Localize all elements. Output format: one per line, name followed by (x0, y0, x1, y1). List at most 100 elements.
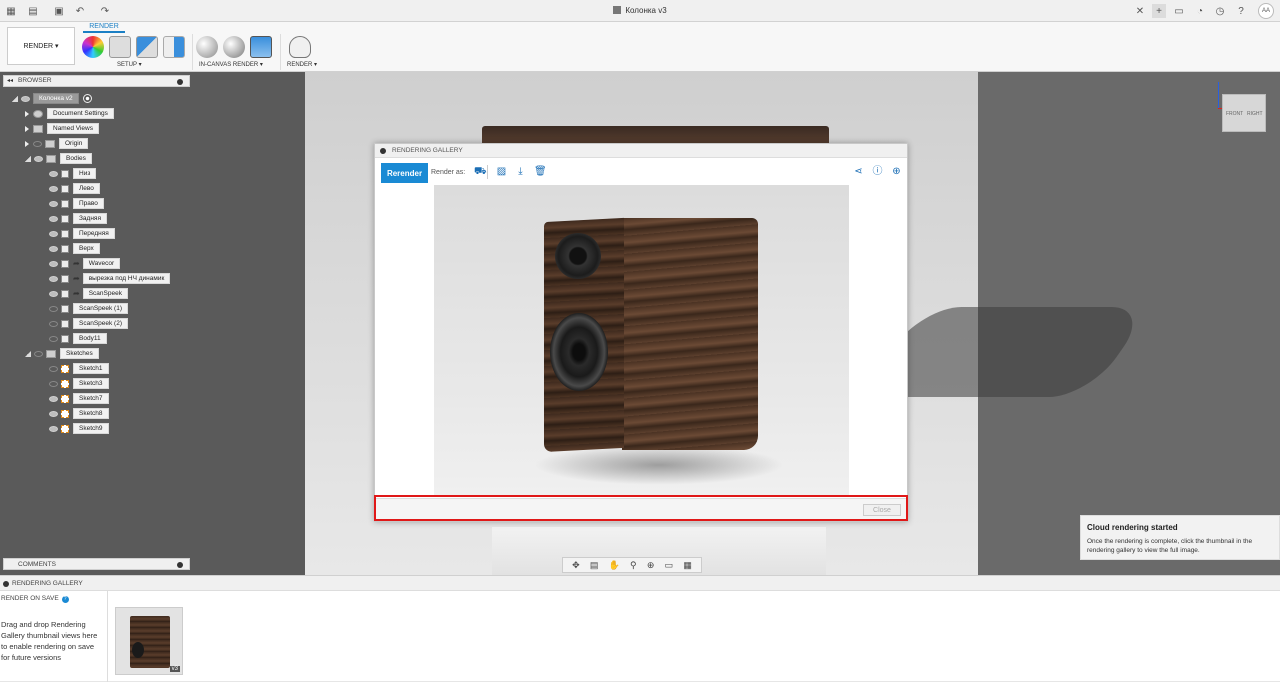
tree-node-sketch[interactable]: Sketch8 (49, 408, 109, 419)
tree-node-body-linked[interactable]: ➦ вырезка под НЧ динамик (49, 273, 171, 284)
jobs-icon[interactable]: ◔ (1194, 5, 1206, 17)
new-tab-icon[interactable]: + (1152, 4, 1166, 18)
rerender-button[interactable]: Rerender (381, 163, 428, 183)
tree-node-label[interactable]: Wavecor (82, 258, 121, 269)
dialog-header[interactable]: RENDERING GALLERY (375, 144, 907, 158)
notifications-icon[interactable]: ▭ (1173, 5, 1185, 17)
user-avatar[interactable]: AA (1258, 3, 1274, 19)
visibility-icon[interactable] (34, 350, 43, 357)
comments-panel-header[interactable]: COMMENTS (3, 558, 190, 570)
tree-node-sketch[interactable]: Sketch1 (49, 363, 109, 374)
tree-node-body[interactable]: ScanSpeek (2) (49, 318, 128, 329)
notification-toast[interactable]: Cloud rendering started Once the renderi… (1080, 515, 1280, 560)
tree-node-label[interactable]: Body11 (73, 333, 107, 344)
visibility-icon[interactable] (49, 260, 58, 267)
tree-node-label[interactable]: ScanSpeek (2) (73, 318, 128, 329)
tree-node-label[interactable]: Sketch1 (73, 363, 109, 374)
close-button[interactable]: Close (863, 504, 901, 516)
pan-icon[interactable]: ✋ (609, 560, 620, 571)
display-settings-icon[interactable]: ▭ (665, 560, 674, 571)
expand-icon[interactable] (25, 110, 29, 117)
tree-node-body[interactable]: Лево (49, 183, 100, 194)
tree-node-label[interactable]: Sketches (60, 348, 99, 359)
delete-icon[interactable]: 🗑 (534, 166, 547, 177)
download-icon[interactable]: ⤓ (515, 166, 526, 177)
view-cube-right[interactable]: RIGHT (1247, 111, 1263, 117)
tree-node-body[interactable]: Право (49, 198, 104, 209)
tree-node-body[interactable]: ScanSpeek (1) (49, 303, 128, 314)
tree-node-bodies[interactable]: Bodies (25, 153, 92, 164)
scene-settings-icon[interactable] (109, 36, 131, 58)
capture-image-icon[interactable] (250, 36, 272, 58)
tree-node-body[interactable]: Передняя (49, 228, 115, 239)
visibility-icon[interactable] (49, 290, 58, 297)
minimize-icon[interactable] (380, 148, 386, 154)
tree-node-body-linked[interactable]: ➦ Wavecor (49, 258, 121, 269)
pin-icon[interactable] (177, 79, 183, 85)
visibility-icon[interactable] (49, 185, 58, 192)
workspace-selector[interactable]: RENDER ▾ (7, 27, 75, 65)
render-preview-image[interactable] (434, 185, 849, 496)
browser-panel-header[interactable]: ◂◂ BROWSER (3, 75, 190, 87)
zoom-icon[interactable]: ⚲ (630, 560, 637, 571)
info-icon[interactable]: ⓘ (872, 166, 883, 177)
visibility-icon[interactable] (49, 320, 58, 327)
visibility-icon[interactable] (49, 275, 58, 282)
tree-node-body[interactable]: Задняя (49, 213, 107, 224)
activate-icon[interactable] (82, 94, 92, 103)
help-icon[interactable]: ? (61, 596, 69, 603)
expand-icon[interactable] (25, 155, 31, 162)
tree-node-label[interactable]: Sketch3 (73, 378, 109, 389)
tree-node-label[interactable]: Низ (73, 168, 97, 179)
add-comment-icon[interactable] (177, 562, 183, 568)
fit-icon[interactable]: ⊕ (647, 560, 655, 571)
gallery-thumbnail[interactable]: v3 (115, 607, 183, 675)
appearance-icon[interactable] (82, 36, 104, 58)
visibility-icon[interactable] (33, 140, 42, 147)
visibility-icon[interactable] (49, 395, 58, 402)
tree-node-label[interactable]: Document Settings (47, 108, 114, 119)
visibility-icon[interactable] (49, 215, 58, 222)
setup-group-label[interactable]: SETUP ▾ (117, 61, 142, 68)
tree-node-label[interactable]: Origin (59, 138, 89, 149)
tree-node-label[interactable]: Верх (73, 243, 100, 254)
collapse-icon[interactable]: ◂◂ (7, 77, 13, 84)
tree-node-named-views[interactable]: Named Views (25, 123, 99, 134)
visibility-icon[interactable] (49, 365, 58, 372)
teapot-render-icon[interactable] (289, 36, 311, 58)
tree-node-sketch[interactable]: Sketch3 (49, 378, 109, 389)
clock-icon[interactable]: ◷ (1214, 5, 1226, 17)
tab-render[interactable]: RENDER (83, 23, 125, 33)
visibility-icon[interactable] (49, 170, 58, 177)
tree-node-label[interactable]: ScanSpeek (1) (73, 303, 128, 314)
visibility-icon[interactable] (49, 380, 58, 387)
orbit-icon[interactable]: ✥ (572, 560, 580, 571)
texture-map-icon[interactable] (163, 36, 185, 58)
tree-node-label[interactable]: Named Views (47, 123, 99, 134)
view-cube[interactable]: FRONT RIGHT (1222, 94, 1266, 132)
expand-icon[interactable] (25, 125, 29, 132)
decal-icon[interactable] (136, 36, 158, 58)
grid-settings-icon[interactable]: ▦ (683, 560, 692, 571)
tree-node-sketch[interactable]: Sketch7 (49, 393, 109, 404)
tree-node-sketches[interactable]: Sketches (25, 348, 99, 359)
expand-icon[interactable] (25, 140, 29, 147)
tree-node-sketch[interactable]: Sketch9 (49, 423, 109, 434)
share-icon[interactable]: ⋖ (853, 166, 864, 177)
in-canvas-settings-icon[interactable] (223, 36, 245, 58)
tree-node-label[interactable]: Передняя (73, 228, 115, 239)
render-group-label[interactable]: RENDER ▾ (287, 61, 317, 68)
visibility-icon[interactable] (49, 425, 58, 432)
cloud-render-icon[interactable]: ⛟ (474, 166, 487, 177)
tree-node-label[interactable]: Задняя (73, 213, 107, 224)
visibility-icon[interactable] (49, 200, 58, 207)
visibility-icon[interactable] (49, 305, 58, 312)
tree-node-label[interactable]: Sketch7 (73, 393, 109, 404)
expand-icon[interactable] (25, 350, 31, 357)
visibility-icon[interactable] (49, 245, 58, 252)
view-cube-front[interactable]: FRONT (1226, 111, 1243, 117)
tree-node-label[interactable]: Sketch9 (73, 423, 109, 434)
zoom-in-icon[interactable]: ⊕ (891, 166, 902, 177)
tree-node-body-linked[interactable]: ➦ ScanSpeek (49, 288, 128, 299)
look-at-icon[interactable]: ▤ (590, 560, 599, 571)
